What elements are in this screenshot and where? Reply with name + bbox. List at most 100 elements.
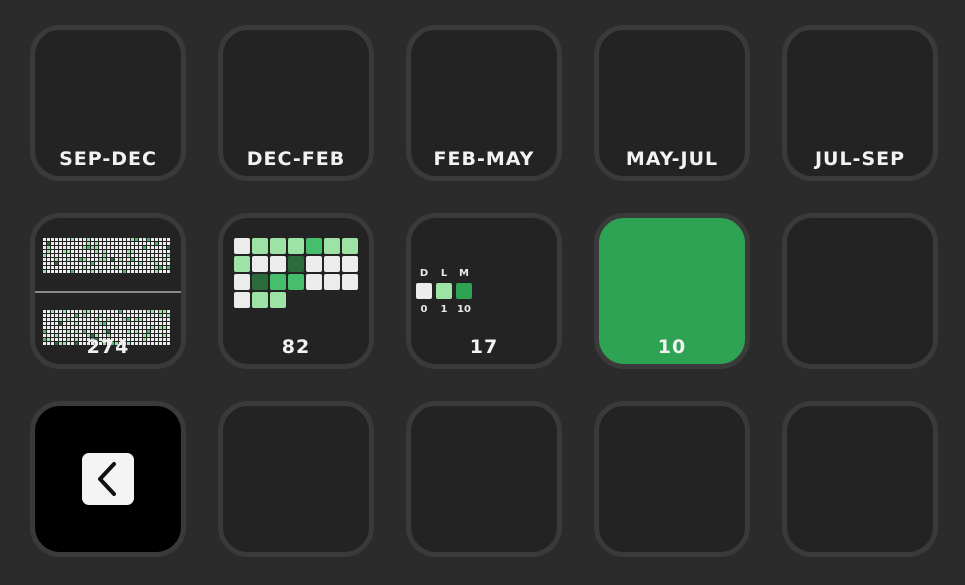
heatmap-cell bbox=[143, 246, 146, 249]
day-count-key[interactable]: 10 bbox=[594, 213, 750, 369]
heatmap-cell bbox=[55, 258, 58, 261]
heatmap-cell bbox=[131, 318, 134, 321]
heatmap-cell bbox=[155, 238, 158, 241]
back-button[interactable] bbox=[82, 453, 134, 505]
heatmap-cell bbox=[135, 242, 138, 245]
heatmap-key-dec-feb[interactable]: DEC-FEB bbox=[218, 25, 374, 181]
heatmap-cell bbox=[55, 238, 58, 241]
heatmap-cell bbox=[147, 258, 150, 261]
heatmap-cell bbox=[151, 310, 154, 313]
heatmap-cell bbox=[115, 262, 118, 265]
heatmap-cell bbox=[59, 326, 62, 329]
heatmap-cell bbox=[67, 250, 70, 253]
legend-value-d: 0 bbox=[420, 304, 428, 315]
heatmap-cell bbox=[75, 242, 78, 245]
heatmap-cell bbox=[59, 266, 62, 269]
heatmap-cell bbox=[55, 310, 58, 313]
heatmap-cell bbox=[59, 322, 62, 325]
empty-key[interactable] bbox=[406, 401, 562, 557]
heatmap-cell bbox=[143, 242, 146, 245]
heatmap-cell bbox=[151, 262, 154, 265]
heatmap-cell bbox=[306, 274, 322, 290]
heatmap-cell bbox=[159, 250, 162, 253]
heatmap-cell bbox=[123, 314, 126, 317]
heatmap-cell bbox=[47, 242, 50, 245]
heatmap-cell bbox=[167, 314, 170, 317]
heatmap-cell bbox=[151, 326, 154, 329]
heatmap-cell bbox=[103, 250, 106, 253]
heatmap-cell bbox=[87, 330, 90, 333]
heatmap-cell bbox=[115, 322, 118, 325]
heatmap-cell bbox=[83, 246, 86, 249]
heatmap-cell bbox=[151, 322, 154, 325]
heatmap-cell bbox=[111, 314, 114, 317]
heatmap-cell bbox=[143, 310, 146, 313]
heatmap-cell bbox=[75, 258, 78, 261]
heatmap-cell bbox=[147, 242, 150, 245]
heatmap-cell bbox=[47, 326, 50, 329]
heatmap-cell bbox=[51, 314, 54, 317]
heatmap-key-may-jul[interactable]: MAY-JUL bbox=[594, 25, 750, 181]
heatmap-cell bbox=[43, 330, 46, 333]
heatmap-cell bbox=[87, 246, 90, 249]
heatmap-cell bbox=[91, 270, 94, 273]
heatmap-cell bbox=[79, 254, 82, 257]
heatmap-cell bbox=[115, 254, 118, 257]
empty-key[interactable] bbox=[218, 401, 374, 557]
heatmap-cell bbox=[123, 330, 126, 333]
heatmap-cell bbox=[63, 318, 66, 321]
heatmap-cell bbox=[155, 330, 158, 333]
heatmap-cell bbox=[167, 270, 170, 273]
heatmap-cell bbox=[159, 242, 162, 245]
heatmap-cell bbox=[155, 262, 158, 265]
heatmap-cell bbox=[143, 318, 146, 321]
heatmap-cell bbox=[51, 318, 54, 321]
heatmap-cell bbox=[119, 262, 122, 265]
heatmap-cell bbox=[91, 322, 94, 325]
heatmap-cell bbox=[71, 330, 74, 333]
heatmap-cell bbox=[87, 262, 90, 265]
heatmap-key-sep-dec[interactable]: SEP-DEC bbox=[30, 25, 186, 181]
heatmap-cell bbox=[107, 330, 110, 333]
heatmap-cell bbox=[143, 266, 146, 269]
back-key[interactable] bbox=[30, 401, 186, 557]
heatmap-cell bbox=[75, 238, 78, 241]
empty-key[interactable] bbox=[782, 213, 938, 369]
heatmap-cell bbox=[163, 270, 166, 273]
heatmap-cell bbox=[59, 310, 62, 313]
heatmap-cell bbox=[51, 270, 54, 273]
heatmap-cell bbox=[83, 330, 86, 333]
heatmap-cell bbox=[167, 242, 170, 245]
heatmap-cell bbox=[139, 242, 142, 245]
heatmap-cell bbox=[75, 314, 78, 317]
heatmap-cell bbox=[127, 254, 130, 257]
year-heatmap-key[interactable]: 274 bbox=[30, 213, 186, 369]
heatmap-cell bbox=[163, 322, 166, 325]
heatmap-cell bbox=[87, 254, 90, 257]
heatmap-cell bbox=[99, 326, 102, 329]
heatmap-cell bbox=[95, 250, 98, 253]
heatmap-cell bbox=[63, 330, 66, 333]
week-heatmap-key[interactable]: 82 bbox=[218, 213, 374, 369]
heatmap-cell bbox=[75, 246, 78, 249]
heatmap-cell bbox=[167, 254, 170, 257]
heatmap-cell bbox=[151, 242, 154, 245]
heatmap-cell bbox=[59, 270, 62, 273]
heatmap-cell bbox=[51, 246, 54, 249]
heatmap-cell bbox=[103, 254, 106, 257]
heatmap-cell bbox=[270, 274, 286, 290]
heatmap-cell bbox=[99, 314, 102, 317]
heatmap-cell bbox=[115, 326, 118, 329]
legend-key[interactable]: D L M 0 1 10 17 bbox=[406, 213, 562, 369]
heatmap-cell bbox=[163, 262, 166, 265]
heatmap-cell bbox=[47, 330, 50, 333]
heatmap-key-feb-may[interactable]: FEB-MAY bbox=[406, 25, 562, 181]
heatmap-cell bbox=[67, 266, 70, 269]
empty-key[interactable] bbox=[782, 401, 938, 557]
heatmap-cell bbox=[103, 310, 106, 313]
heatmap-cell bbox=[119, 322, 122, 325]
heatmap-cell bbox=[43, 314, 46, 317]
empty-key[interactable] bbox=[594, 401, 750, 557]
heatmap-cell bbox=[55, 330, 58, 333]
heatmap-key-jul-sep[interactable]: JUL-SEP bbox=[782, 25, 938, 181]
